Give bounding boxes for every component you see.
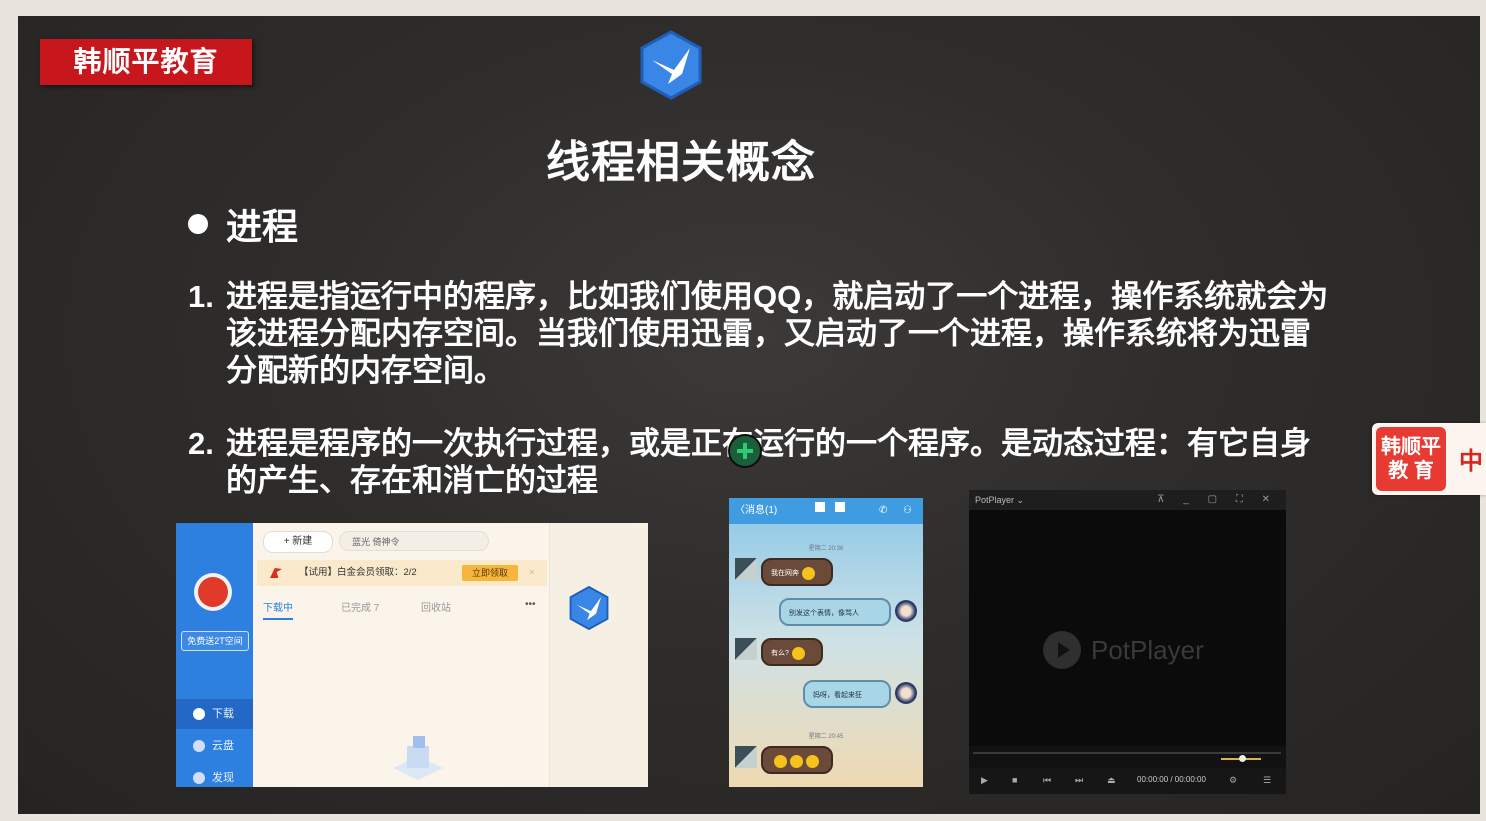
- sidebar-item-discover[interactable]: 发现: [176, 763, 253, 787]
- stop-button[interactable]: ■: [1012, 775, 1017, 785]
- smiley-icon: [774, 754, 787, 768]
- sidebar-item-download[interactable]: 下载: [176, 699, 253, 729]
- chat-message: 我在网奔: [761, 558, 833, 586]
- video-area[interactable]: PotPlayer: [969, 510, 1286, 746]
- download-tabs: 下载中 已完成 7 回收站 •••: [263, 599, 543, 623]
- thunder-right-panel: [549, 523, 648, 787]
- avatar: [735, 746, 757, 768]
- promo-banner: 【试用】白金会员领取：2/2 立即领取 ×: [257, 560, 547, 586]
- new-task-button[interactable]: + 新建: [263, 531, 333, 553]
- tab-downloading[interactable]: 下载中: [263, 599, 293, 620]
- input-method-indicator[interactable]: 中: [1459, 441, 1483, 476]
- cursor-highlight-icon: [728, 434, 762, 468]
- thunder-main: + 新建 蓝光 倚神令 【试用】白金会员领取：2/2 立即领取 × 下载中 已完…: [253, 523, 549, 787]
- potplayer-window: PotPlayer ⌄ ⊼ _ ▢ ⛶ ✕ PotPlayer ▶ ■ ⏮ ⏭ …: [969, 490, 1286, 794]
- chat-message: 别发这个表情，像骂人: [779, 598, 891, 626]
- avatar: [735, 558, 757, 580]
- cloud-icon: [193, 740, 205, 752]
- thunder-bird-icon: [270, 568, 282, 578]
- smiley-icon: [790, 754, 803, 768]
- status-icon: [815, 502, 825, 512]
- potplayer-titlebar: PotPlayer ⌄ ⊼ _ ▢ ⛶ ✕: [969, 490, 1286, 510]
- bullet-text: 进程: [226, 206, 299, 247]
- phone-icon[interactable]: ✆: [879, 498, 887, 524]
- promo-text: 【试用】白金会员领取：2/2: [299, 567, 417, 578]
- tab-recycle[interactable]: 回收站: [421, 599, 451, 614]
- chat-header: 〈消息(1) ✆ ⚇: [729, 498, 923, 524]
- search-input[interactable]: 蓝光 倚神令: [339, 531, 489, 551]
- thunder-logo-icon: [640, 30, 702, 100]
- smiley-icon: [791, 646, 805, 660]
- play-icon: [1043, 631, 1081, 669]
- point-1: 1. 进程是指运行中的程序，比如我们使用QQ，就启动了一个进程，操作系统就会为该…: [188, 278, 1336, 389]
- play-button[interactable]: ▶: [981, 775, 988, 786]
- thunder-window: 免费送2T空间 下载 云盘 发现 + 新建 蓝光 倚神令 【试用】白金会员领取：…: [176, 523, 648, 787]
- avatar: [895, 682, 917, 704]
- avatar[interactable]: [194, 573, 232, 611]
- time-readout: 00:00:00 / 00:00:00: [1137, 775, 1206, 784]
- slide-title: 线程相关概念: [546, 138, 816, 187]
- sidebar-item-label: 发现: [212, 772, 234, 784]
- chat-screenshot: 〈消息(1) ✆ ⚇ 星期二 20:36 我在网奔 别发这个表情，像骂人 有么?…: [729, 498, 923, 787]
- volume-knob[interactable]: [1239, 755, 1246, 762]
- point-text: 进程是程序的一次执行过程，或是正在运行的一个程序。是动态过程：有它自身的产生、存…: [226, 426, 1311, 498]
- next-button[interactable]: ⏭: [1075, 775, 1083, 786]
- gear-icon[interactable]: ⚙: [1229, 775, 1237, 786]
- status-icon: [835, 502, 845, 512]
- compass-icon: [193, 772, 205, 784]
- point-number: 2.: [188, 426, 214, 461]
- thunder-logo-icon: [569, 585, 609, 631]
- potplayer-logo: PotPlayer: [1091, 635, 1204, 665]
- chat-message: 有么?: [761, 638, 823, 666]
- tab-completed[interactable]: 已完成 7: [341, 599, 379, 614]
- avatar: [735, 638, 757, 660]
- empty-illustration: [393, 736, 443, 780]
- close-icon[interactable]: ×: [529, 560, 535, 586]
- chat-time: 星期二 20:45: [808, 734, 844, 740]
- point-2: 2. 进程是程序的一次执行过程，或是正在运行的一个程序。是动态过程：有它自身的产…: [188, 425, 1336, 499]
- seek-bar[interactable]: [973, 752, 1281, 754]
- smiley-icon: [802, 566, 815, 580]
- potplayer-menu[interactable]: PotPlayer ⌄: [975, 495, 1024, 505]
- sidebar-item-cloud[interactable]: 云盘: [176, 731, 253, 761]
- smiley-icon: [806, 754, 819, 768]
- brand-banner: 韩顺平教育: [40, 39, 252, 85]
- point-number: 1.: [188, 279, 214, 314]
- sidebar-item-label: 云盘: [212, 740, 234, 752]
- free-space-badge[interactable]: 免费送2T空间: [181, 631, 249, 651]
- window-controls[interactable]: ⊼ _ ▢ ⛶ ✕: [1157, 490, 1278, 510]
- previous-button[interactable]: ⏮: [1043, 775, 1051, 786]
- thunder-sidebar: 免费送2T空间 下载 云盘 发现: [176, 523, 253, 787]
- slide: 韩顺平教育 线程相关概念 进程 1. 进程是指运行中的程序，比如我们使用QQ，就…: [18, 16, 1480, 814]
- bullet-dot-icon: [188, 214, 208, 234]
- widget-logo: 韩顺平 教 育: [1376, 427, 1446, 491]
- chat-time: 星期二 20:36: [808, 546, 844, 552]
- avatar: [895, 600, 917, 622]
- side-widget[interactable]: 韩顺平 教 育 中: [1372, 423, 1486, 495]
- more-icon[interactable]: •••: [525, 599, 536, 610]
- chat-message: 妈呀，看起来狂: [803, 680, 891, 708]
- download-icon: [193, 708, 205, 720]
- back-button[interactable]: 〈消息(1): [735, 505, 777, 516]
- eject-button[interactable]: ⏏: [1107, 775, 1116, 786]
- sidebar-item-label: 下载: [212, 708, 234, 720]
- emoji-message: [761, 746, 833, 774]
- claim-button[interactable]: 立即领取: [462, 565, 518, 581]
- bullet-heading: 进程: [188, 198, 298, 250]
- menu-icon[interactable]: ☰: [1263, 775, 1271, 786]
- contact-icon[interactable]: ⚇: [903, 498, 912, 524]
- potplayer-controls: ▶ ■ ⏮ ⏭ ⏏ 00:00:00 / 00:00:00 ⚙ ☰: [969, 768, 1286, 794]
- point-text: 进程是指运行中的程序，比如我们使用QQ，就启动了一个进程，操作系统就会为该进程分…: [226, 279, 1329, 388]
